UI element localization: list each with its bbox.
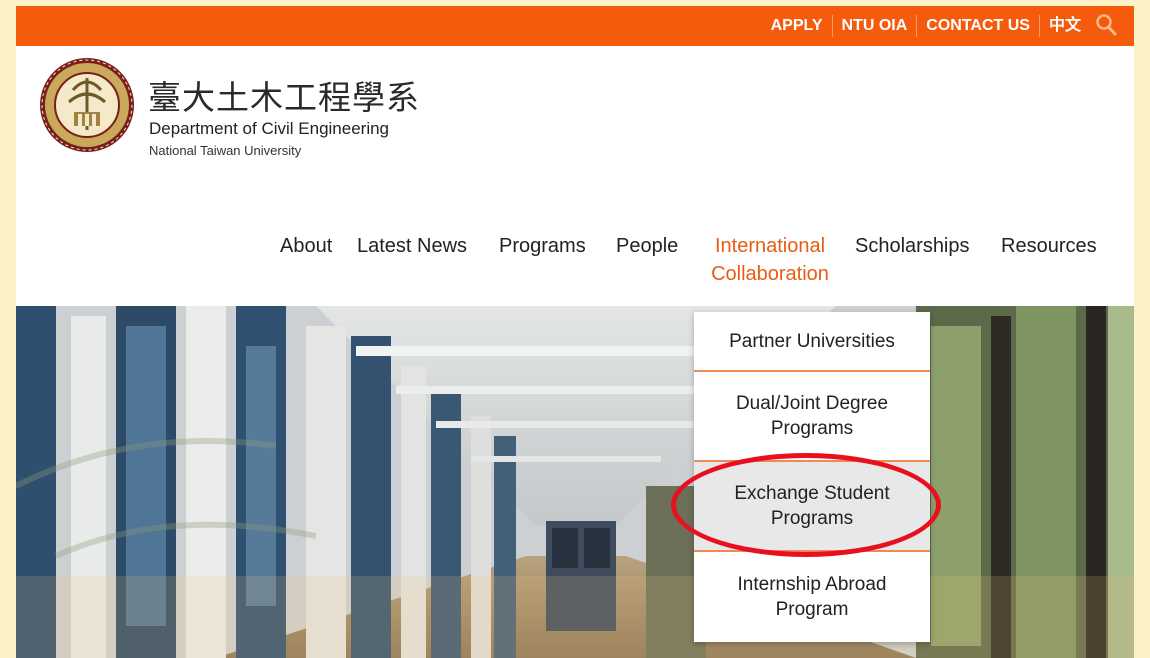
- nav-label-line1: International: [714, 235, 826, 257]
- dropdown-label-line2: Program: [775, 599, 849, 620]
- dropdown-label-line1: Dual/Joint Degree: [735, 393, 889, 414]
- apply-link[interactable]: APPLY: [762, 15, 833, 37]
- dropdown-dual-joint-degree-programs[interactable]: Dual/Joint Degree Programs: [694, 372, 930, 462]
- contact-us-link[interactable]: CONTACT US: [917, 15, 1040, 37]
- nav-about[interactable]: About: [280, 232, 332, 260]
- main-nav: About Latest News Programs People Intern…: [16, 232, 1134, 292]
- ntu-seal-icon[interactable]: [38, 56, 136, 154]
- nav-international-collaboration[interactable]: International Collaboration: [700, 232, 840, 288]
- dropdown-partner-universities[interactable]: Partner Universities: [694, 312, 930, 372]
- nav-label-line2: Collaboration: [711, 263, 829, 285]
- hero-corridor-image: [16, 306, 1134, 658]
- department-title-english: Department of Civil Engineering: [149, 119, 390, 138]
- ntu-oia-link[interactable]: NTU OIA: [833, 15, 918, 37]
- international-collaboration-dropdown: Partner Universities Dual/Joint Degree P…: [694, 312, 930, 642]
- nav-latest-news[interactable]: Latest News: [357, 232, 467, 260]
- utility-bar: APPLY NTU OIA CONTACT US 中文: [16, 6, 1134, 46]
- nav-programs[interactable]: Programs: [499, 232, 586, 260]
- university-name: National Taiwan University: [149, 143, 302, 158]
- dropdown-label-line2: Programs: [770, 418, 854, 439]
- nav-resources[interactable]: Resources: [1001, 232, 1097, 260]
- chinese-language-link[interactable]: 中文: [1040, 15, 1090, 37]
- dropdown-internship-abroad-program[interactable]: Internship Abroad Program: [694, 552, 930, 642]
- page-frame: APPLY NTU OIA CONTACT US 中文 臺大土木工程學系 Dep…: [16, 6, 1134, 658]
- nav-scholarships[interactable]: Scholarships: [855, 232, 970, 260]
- dropdown-label: Partner Universities: [729, 330, 895, 352]
- department-title-chinese: 臺大土木工程學系: [148, 78, 420, 117]
- nav-people[interactable]: People: [616, 232, 678, 260]
- dropdown-exchange-student-programs[interactable]: Exchange Student Programs: [694, 462, 930, 552]
- dropdown-label-line1: Internship Abroad: [737, 574, 887, 595]
- dropdown-label-line2: Programs: [770, 508, 854, 529]
- search-icon[interactable]: [1094, 13, 1120, 39]
- dropdown-label-line1: Exchange Student: [734, 483, 890, 504]
